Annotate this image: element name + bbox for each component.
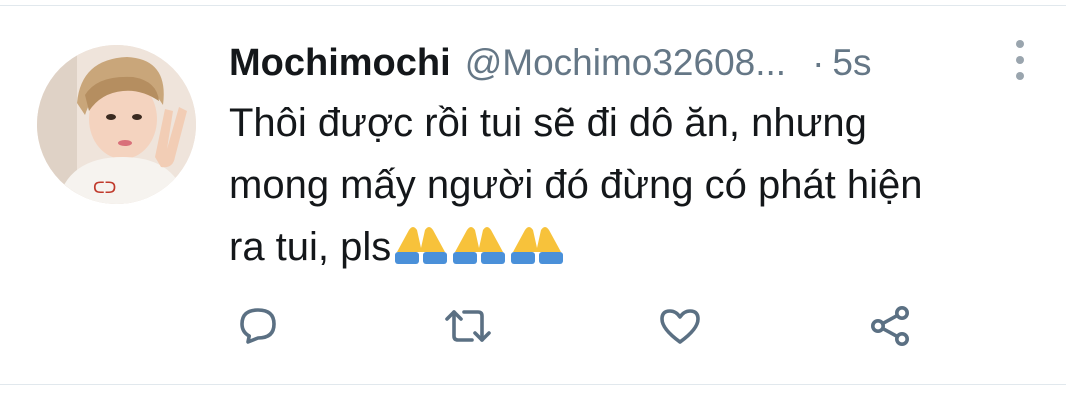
heart-icon (660, 309, 700, 344)
folded-hands-emoji-icon (509, 218, 565, 266)
tweet-text-fragment: ra tui, pls (229, 225, 392, 269)
tweet-actions-bar (0, 296, 1066, 356)
more-vertical-icon[interactable] (1008, 40, 1032, 80)
reply-button[interactable] (228, 296, 288, 356)
folded-hands-emoji-icon (451, 218, 507, 266)
avatar[interactable]: ᑕᑐ (37, 45, 196, 204)
share-icon (871, 306, 909, 346)
separator-dot: · (812, 42, 825, 83)
display-name[interactable]: Mochimochi (229, 42, 451, 85)
tweet-header: Mochimochi @Mochimo32608... · 5s (229, 38, 1029, 88)
user-handle[interactable]: @Mochimo32608... (465, 42, 786, 84)
timestamp[interactable]: 5s (832, 42, 871, 84)
tweet-text-line: Thôi được rồi tui sẽ đi dô ăn, nhưng (229, 101, 867, 145)
tweet-text: Thôi được rồi tui sẽ đi dô ăn, nhưng mon… (229, 92, 1009, 278)
retweet-button[interactable] (438, 296, 498, 356)
tweet-card[interactable]: ᑕᑐ Mochimochi @Mochimo32608... · 5s Thôi… (0, 0, 1066, 402)
tweet-text-line: mong mấy người đó đừng có phát hiện (229, 163, 923, 207)
svg-text:ᑕᑐ: ᑕᑐ (93, 180, 116, 197)
share-button[interactable] (860, 296, 920, 356)
tweet-text-line-last: ra tui, pls (229, 216, 1009, 278)
retweet-icon (445, 310, 491, 342)
reply-icon (240, 308, 276, 344)
bottom-divider (0, 384, 1066, 385)
like-button[interactable] (650, 296, 710, 356)
folded-hands-emoji-icon (393, 218, 449, 266)
